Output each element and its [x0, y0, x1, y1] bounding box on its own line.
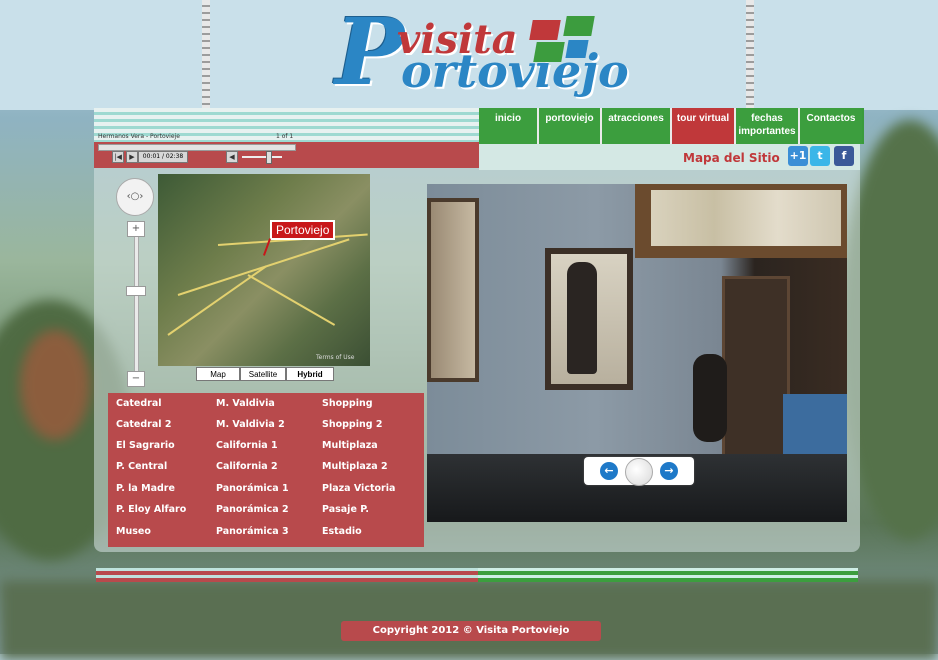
nav-atracciones[interactable]: atracciones	[602, 108, 672, 144]
play-icon[interactable]: ▶	[126, 151, 138, 163]
zoom-slider[interactable]	[134, 236, 139, 374]
nav-portoviejo[interactable]: portoviejo	[539, 108, 602, 144]
nav-label: portoviejo	[545, 113, 594, 124]
map-marker-label[interactable]: Portoviejo	[270, 220, 336, 240]
zoom-knob[interactable]	[126, 286, 146, 296]
panorama-left-frame	[427, 198, 479, 382]
location-link[interactable]: Shopping 2	[322, 419, 382, 430]
arrow-right-icon[interactable]: →	[660, 462, 678, 480]
nav-tour-virtual[interactable]: tour virtual	[672, 108, 736, 144]
location-link[interactable]: Catedral	[116, 398, 162, 409]
map-type-satellite[interactable]: Satellite	[240, 367, 286, 381]
panorama-center-button[interactable]	[625, 458, 653, 486]
bg-flowers	[20, 330, 90, 440]
map-view[interactable]	[158, 174, 370, 366]
bottom-strip-red	[96, 568, 478, 582]
location-link[interactable]: Multiplaza 2	[322, 461, 388, 472]
location-link[interactable]: M. Valdivia	[216, 398, 275, 409]
zoom-out-icon[interactable]: −	[127, 371, 145, 387]
nav-contactos[interactable]: Contactos	[800, 108, 862, 144]
previous-icon[interactable]: |◀	[112, 151, 124, 163]
volume-icon[interactable]: ◀	[226, 151, 238, 163]
nav-label: atracciones	[608, 113, 664, 124]
map-terms[interactable]: Terms of Use	[316, 354, 354, 361]
sitemap-link[interactable]: Mapa del Sitio	[683, 151, 780, 165]
location-link[interactable]: Museo	[116, 526, 151, 537]
logo-square-red	[529, 20, 561, 40]
copyright-footer: Copyright 2012 © Visita Portoviejo	[341, 621, 601, 641]
location-link[interactable]: M. Valdivia 2	[216, 419, 285, 430]
nav-inicio[interactable]: inicio	[479, 108, 539, 144]
player-track-count: 1 of 1	[276, 133, 294, 140]
location-link[interactable]: Catedral 2	[116, 419, 171, 430]
nav-label: Contactos	[806, 113, 856, 124]
logo-word-bottom: ortoviejo	[401, 44, 629, 98]
player-time: 00:01 / 02:38	[138, 151, 188, 163]
zoom-in-icon[interactable]: +	[127, 221, 145, 237]
map-road	[247, 274, 336, 326]
location-link[interactable]: Panorámica 1	[216, 483, 289, 494]
location-link[interactable]: Pasaje P.	[322, 504, 369, 515]
location-link[interactable]: P. la Madre	[116, 483, 175, 494]
location-link[interactable]: El Sagrario	[116, 440, 175, 451]
nav-label: tour virtual	[676, 113, 730, 124]
facebook-icon[interactable]: f	[834, 146, 854, 166]
pan-control-icon[interactable]: ‹○›	[116, 178, 154, 216]
arrow-left-icon[interactable]: ←	[600, 462, 618, 480]
panorama-object	[693, 354, 727, 442]
location-link[interactable]: P. Eloy Alfaro	[116, 504, 186, 515]
location-link[interactable]: Plaza Victoria	[322, 483, 395, 494]
nav-label: fechas importantes	[738, 113, 796, 137]
nav-fechas-importantes[interactable]: fechas importantes	[736, 108, 800, 144]
chain-right	[746, 0, 754, 110]
location-link[interactable]: Panorámica 2	[216, 504, 289, 515]
panorama-documents	[651, 190, 841, 246]
logo-square-blue	[565, 40, 589, 58]
logo-letter: P	[335, 0, 405, 106]
location-link[interactable]: Estadio	[322, 526, 362, 537]
location-link[interactable]: California 2	[216, 461, 278, 472]
player-progress-track[interactable]	[98, 144, 296, 151]
map-type-hybrid[interactable]: Hybrid	[286, 367, 334, 381]
logo-square-green-2	[533, 42, 565, 62]
panorama-figure	[567, 262, 597, 374]
chain-left	[202, 0, 210, 110]
player-track-title: Hermanos Vera - Portovieje	[98, 133, 180, 140]
location-link[interactable]: Multiplaza	[322, 440, 378, 451]
twitter-icon[interactable]: t	[810, 146, 830, 166]
bottom-strip-green	[478, 568, 858, 582]
volume-slider[interactable]	[242, 156, 282, 158]
location-link[interactable]: Panorámica 3	[216, 526, 289, 537]
location-link[interactable]: P. Central	[116, 461, 167, 472]
logo-square-green	[563, 16, 595, 36]
location-link[interactable]: Shopping	[322, 398, 373, 409]
nav-label: inicio	[494, 113, 522, 124]
google-plus-icon[interactable]: +1	[788, 146, 808, 166]
site-logo[interactable]: P visita ortoviejo	[335, 6, 635, 106]
volume-knob[interactable]	[266, 151, 272, 164]
map-type-map[interactable]: Map	[196, 367, 240, 381]
bg-ground	[0, 580, 938, 660]
location-link[interactable]: California 1	[216, 440, 278, 451]
panorama-door	[722, 276, 790, 462]
